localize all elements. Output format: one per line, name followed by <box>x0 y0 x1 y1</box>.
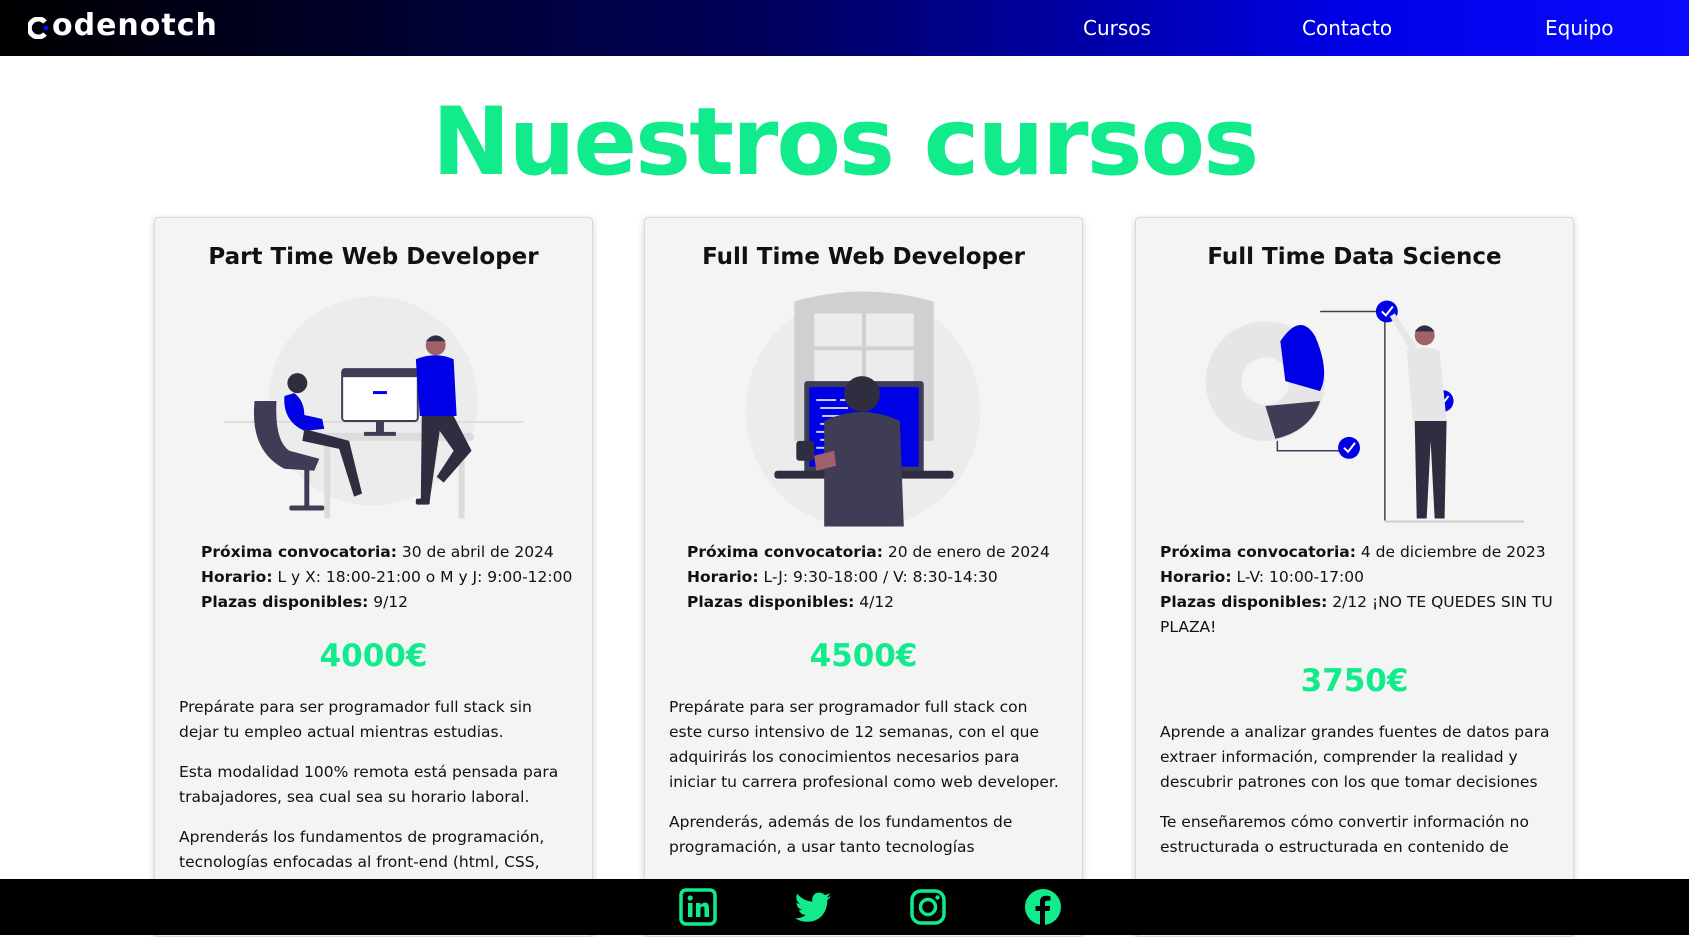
schedule-value: L-V: 10:00-17:00 <box>1231 568 1364 586</box>
description-paragraph: Prepárate para ser programador full stac… <box>179 698 532 741</box>
description-paragraph: Esta modalidad 100% remota está pensada … <box>179 763 559 806</box>
seats-value: 9/12 <box>368 593 409 611</box>
course-card-part-time-web: Part Time Web Developer Próxima convocat… <box>154 217 593 937</box>
schedule-label: Horario: <box>201 568 273 586</box>
linkedin-icon[interactable] <box>678 887 718 927</box>
nav-link-equipo[interactable]: Equipo <box>1545 16 1614 40</box>
schedule-value: L-J: 9:30-18:00 / V: 8:30-14:30 <box>758 568 998 586</box>
course-title: Full Time Data Science <box>1207 244 1502 270</box>
footer <box>0 879 1689 935</box>
page-title: Nuestros cursos <box>431 88 1259 197</box>
next-date-label: Próxima convocatoria: <box>201 543 397 561</box>
data-analysis-illustration <box>1205 300 1525 523</box>
next-date-label: Próxima convocatoria: <box>687 543 883 561</box>
next-date-value: 20 de enero de 2024 <box>882 543 1050 561</box>
course-price: 4500€ <box>809 638 918 674</box>
twitter-icon[interactable] <box>793 887 833 927</box>
seats-value: 4/12 <box>854 593 895 611</box>
description-paragraph: Aprenderás, además de los fundamentos de… <box>669 813 1013 856</box>
developer-coding-illustration <box>745 291 981 527</box>
next-date-label: Próxima convocatoria: <box>1160 543 1356 561</box>
course-price: 4000€ <box>319 638 428 674</box>
description-paragraph: Aprende a analizar grandes fuentes de da… <box>1160 723 1550 791</box>
schedule-value: L y X: 18:00-21:00 o M y J: 9:00-12:00 <box>272 568 573 586</box>
schedule-label: Horario: <box>687 568 759 586</box>
nav-link-cursos[interactable]: Cursos <box>1083 16 1151 40</box>
course-title: Full Time Web Developer <box>702 244 1025 270</box>
next-date-value: 30 de abril de 2024 <box>396 543 554 561</box>
next-date-value: 4 de diciembre de 2023 <box>1355 543 1546 561</box>
course-info: Próxima convocatoria: 30 de abril de 202… <box>201 540 572 615</box>
seats-label: Plazas disponibles: <box>687 593 855 611</box>
course-title: Part Time Web Developer <box>208 244 539 270</box>
description-paragraph: Te enseñaremos cómo convertir informació… <box>1160 813 1529 856</box>
seats-label: Plazas disponibles: <box>1160 593 1328 611</box>
nav-link-contacto[interactable]: Contacto <box>1302 16 1392 40</box>
team-at-computer-illustration <box>224 296 524 519</box>
top-navbar: odenotch Cursos Contacto Equipo <box>0 0 1689 56</box>
course-description: Prepárate para ser programador full stac… <box>179 695 574 890</box>
course-description: Prepárate para ser programador full stac… <box>669 695 1064 875</box>
course-card-full-time-web: Full Time Web Developer Próxima convocat… <box>644 217 1083 937</box>
seats-label: Plazas disponibles: <box>201 593 369 611</box>
description-paragraph: Prepárate para ser programador full stac… <box>669 698 1059 791</box>
course-info: Próxima convocatoria: 20 de enero de 202… <box>687 540 1050 615</box>
course-info: Próxima convocatoria: 4 de diciembre de … <box>1160 540 1555 640</box>
facebook-icon[interactable] <box>1023 887 1063 927</box>
course-description: Aprende a analizar grandes fuentes de da… <box>1160 720 1555 875</box>
course-card-data-science: Full Time Data Science Próxima convocato… <box>1135 217 1574 937</box>
description-paragraph: Aprenderás los fundamentos de programaci… <box>179 828 545 871</box>
schedule-label: Horario: <box>1160 568 1232 586</box>
course-price: 3750€ <box>1300 663 1409 699</box>
instagram-icon[interactable] <box>908 887 948 927</box>
main-nav: Cursos Contacto Equipo <box>0 0 1689 56</box>
